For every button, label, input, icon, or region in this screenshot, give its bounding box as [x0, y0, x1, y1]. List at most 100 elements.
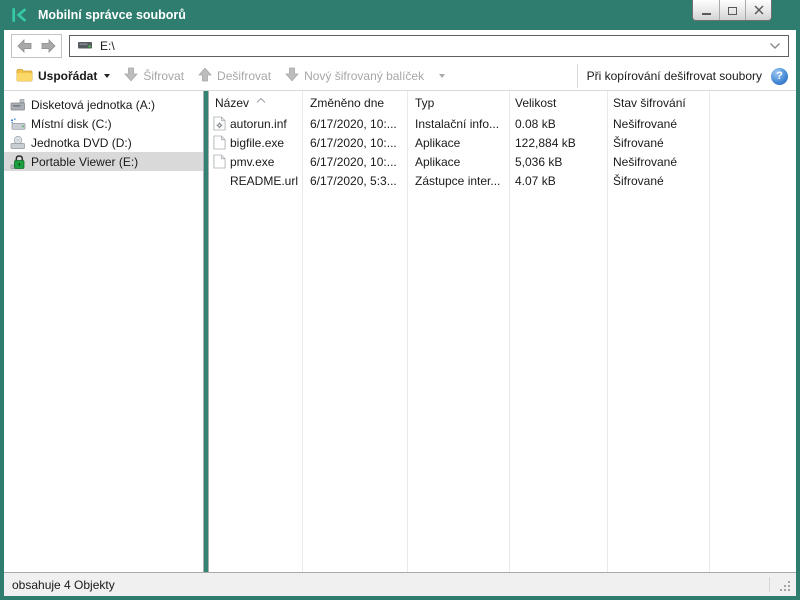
- column-header-status[interactable]: Stav šifrování: [607, 91, 709, 114]
- file-row-readme[interactable]: README.url 6/17/2020, 5:3... Zástupce in…: [209, 171, 796, 190]
- file-modified: 6/17/2020, 10:...: [310, 154, 397, 169]
- window-title: Mobilní správce souborů: [38, 8, 186, 22]
- file-row-autorun[interactable]: autorun.inf 6/17/2020, 10:... Instalační…: [209, 114, 796, 133]
- folder-icon: [16, 68, 33, 85]
- sidebar-item-drive-c[interactable]: Místní disk (C:): [4, 114, 203, 133]
- config-file-icon: [211, 116, 227, 131]
- column-header-label: Typ: [415, 95, 435, 110]
- column-header-size[interactable]: Velikost: [509, 91, 607, 114]
- column-separator: [607, 91, 608, 572]
- file-row-pmv[interactable]: pmv.exe 6/17/2020, 10:... Aplikace 5,036…: [209, 152, 796, 171]
- sidebar-item-drive-d[interactable]: Jednotka DVD (D:): [4, 133, 203, 152]
- sidebar-item-label: Portable Viewer (E:): [31, 154, 139, 169]
- main-area: Disketová jednotka (A:) Místní disk (C:)…: [4, 91, 796, 572]
- file-encryption-status: Šifrované: [613, 135, 664, 150]
- maximize-button[interactable]: [719, 0, 745, 20]
- forward-button[interactable]: [40, 38, 56, 54]
- file-list: Název Změněno dne Typ Velikost Stav šifr…: [209, 91, 796, 572]
- decrypt-on-copy-label[interactable]: Při kopírování dešifrovat soubory: [587, 69, 762, 83]
- file-name: autorun.inf: [230, 116, 287, 131]
- file-type: Instalační info...: [415, 116, 500, 131]
- titlebar[interactable]: Mobilní správce souborů: [0, 0, 800, 30]
- status-bar-separator: [769, 577, 770, 592]
- column-header-modified[interactable]: Změněno dne: [302, 91, 407, 114]
- file-encryption-status: Nešifrované: [613, 154, 678, 169]
- column-header-label: Stav šifrování: [613, 95, 686, 110]
- sidebar-item-label: Jednotka DVD (D:): [31, 135, 132, 150]
- file-row-bigfile[interactable]: bigfile.exe 6/17/2020, 10:... Aplikace 1…: [209, 133, 796, 152]
- sidebar-item-drive-e[interactable]: Portable Viewer (E:): [4, 152, 203, 171]
- file-modified: 6/17/2020, 10:...: [310, 116, 397, 131]
- column-separator: [709, 91, 710, 572]
- organize-label: Uspořádat: [38, 69, 98, 83]
- file-name: README.url: [230, 173, 299, 188]
- column-header-row: Název Změněno dne Typ Velikost Stav šifr…: [209, 91, 796, 114]
- status-bar: obsahuje 4 Objekty: [4, 572, 796, 596]
- decrypt-arrow-icon: [198, 67, 212, 85]
- toolbar-separator: [576, 64, 578, 88]
- column-header-type[interactable]: Typ: [407, 91, 509, 114]
- app-window: Mobilní správce souborů E:\ Uspořádat Ši…: [0, 0, 800, 600]
- sidebar-item-label: Disketová jednotka (A:): [31, 97, 156, 112]
- column-header-label: Velikost: [515, 95, 557, 110]
- forward-arrow-icon: [41, 39, 56, 53]
- address-bar[interactable]: E:\: [69, 35, 789, 57]
- file-modified: 6/17/2020, 5:3...: [310, 173, 397, 188]
- resize-grip-icon[interactable]: [780, 581, 791, 592]
- dvd-drive-icon: [9, 135, 26, 151]
- toolbar-right: Při kopírování dešifrovat soubory ?: [576, 64, 790, 88]
- organize-button[interactable]: Uspořádat: [10, 64, 116, 88]
- address-text: E:\: [100, 39, 115, 53]
- hard-disk-icon: [9, 116, 26, 132]
- new-package-label: Nový šifrovaný balíček: [304, 69, 425, 83]
- file-encryption-status: Nešifrované: [613, 116, 678, 131]
- toolbar: Uspořádat Šifrovat Dešifrovat Nový šifro…: [4, 62, 796, 91]
- file-type: Zástupce inter...: [415, 173, 501, 188]
- file-modified: 6/17/2020, 10:...: [310, 135, 397, 150]
- sidebar-item-drive-a[interactable]: Disketová jednotka (A:): [4, 95, 203, 114]
- file-size: 4.07 kB: [515, 173, 556, 188]
- column-header-label: Název: [215, 95, 250, 110]
- address-dropdown-icon[interactable]: [769, 42, 781, 50]
- organize-dropdown-icon: [104, 74, 111, 78]
- drive-icon: [77, 38, 93, 55]
- file-icon: [211, 135, 227, 150]
- close-button[interactable]: [745, 0, 771, 20]
- back-arrow-icon: [17, 39, 32, 53]
- sidebar-item-label: Místní disk (C:): [31, 116, 112, 131]
- window-controls: [692, 0, 772, 21]
- new-encrypted-package-button[interactable]: Nový šifrovaný balíček: [279, 64, 451, 88]
- file-encryption-status: Šifrované: [613, 173, 664, 188]
- file-size: 0.08 kB: [515, 116, 556, 131]
- file-size: 122,884 kB: [515, 135, 576, 150]
- back-button[interactable]: [17, 38, 33, 54]
- column-header-label: Změněno dne: [310, 95, 385, 110]
- file-type: Aplikace: [415, 135, 461, 150]
- minimize-icon: [701, 12, 711, 15]
- drive-list: Disketová jednotka (A:) Místní disk (C:)…: [4, 91, 203, 572]
- column-separator: [302, 91, 303, 572]
- column-separator: [509, 91, 510, 572]
- decrypt-button[interactable]: Dešifrovat: [192, 64, 277, 88]
- help-icon[interactable]: ?: [771, 67, 788, 85]
- file-icon: [211, 154, 227, 169]
- status-text: obsahuje 4 Objekty: [12, 577, 115, 592]
- nav-buttons: [11, 34, 62, 58]
- decrypt-label: Dešifrovat: [217, 69, 272, 83]
- column-header-filler: [709, 91, 796, 114]
- minimize-button[interactable]: [693, 0, 719, 20]
- column-separator: [407, 91, 408, 572]
- kaspersky-logo-icon: [11, 6, 29, 24]
- column-header-name[interactable]: Název: [209, 91, 302, 114]
- new-package-arrow-icon: [285, 67, 299, 85]
- file-type: Aplikace: [415, 154, 461, 169]
- close-icon: [753, 5, 764, 15]
- file-name: pmv.exe: [230, 154, 275, 169]
- maximize-icon: [728, 6, 737, 15]
- window-content: E:\ Uspořádat Šifrovat Dešifrovat Nový š…: [4, 30, 796, 596]
- sort-ascending-icon: [256, 92, 266, 106]
- locked-drive-icon: [9, 154, 26, 170]
- new-package-dropdown-icon: [439, 74, 446, 78]
- file-name: bigfile.exe: [230, 135, 285, 150]
- encrypt-button[interactable]: Šifrovat: [118, 64, 190, 88]
